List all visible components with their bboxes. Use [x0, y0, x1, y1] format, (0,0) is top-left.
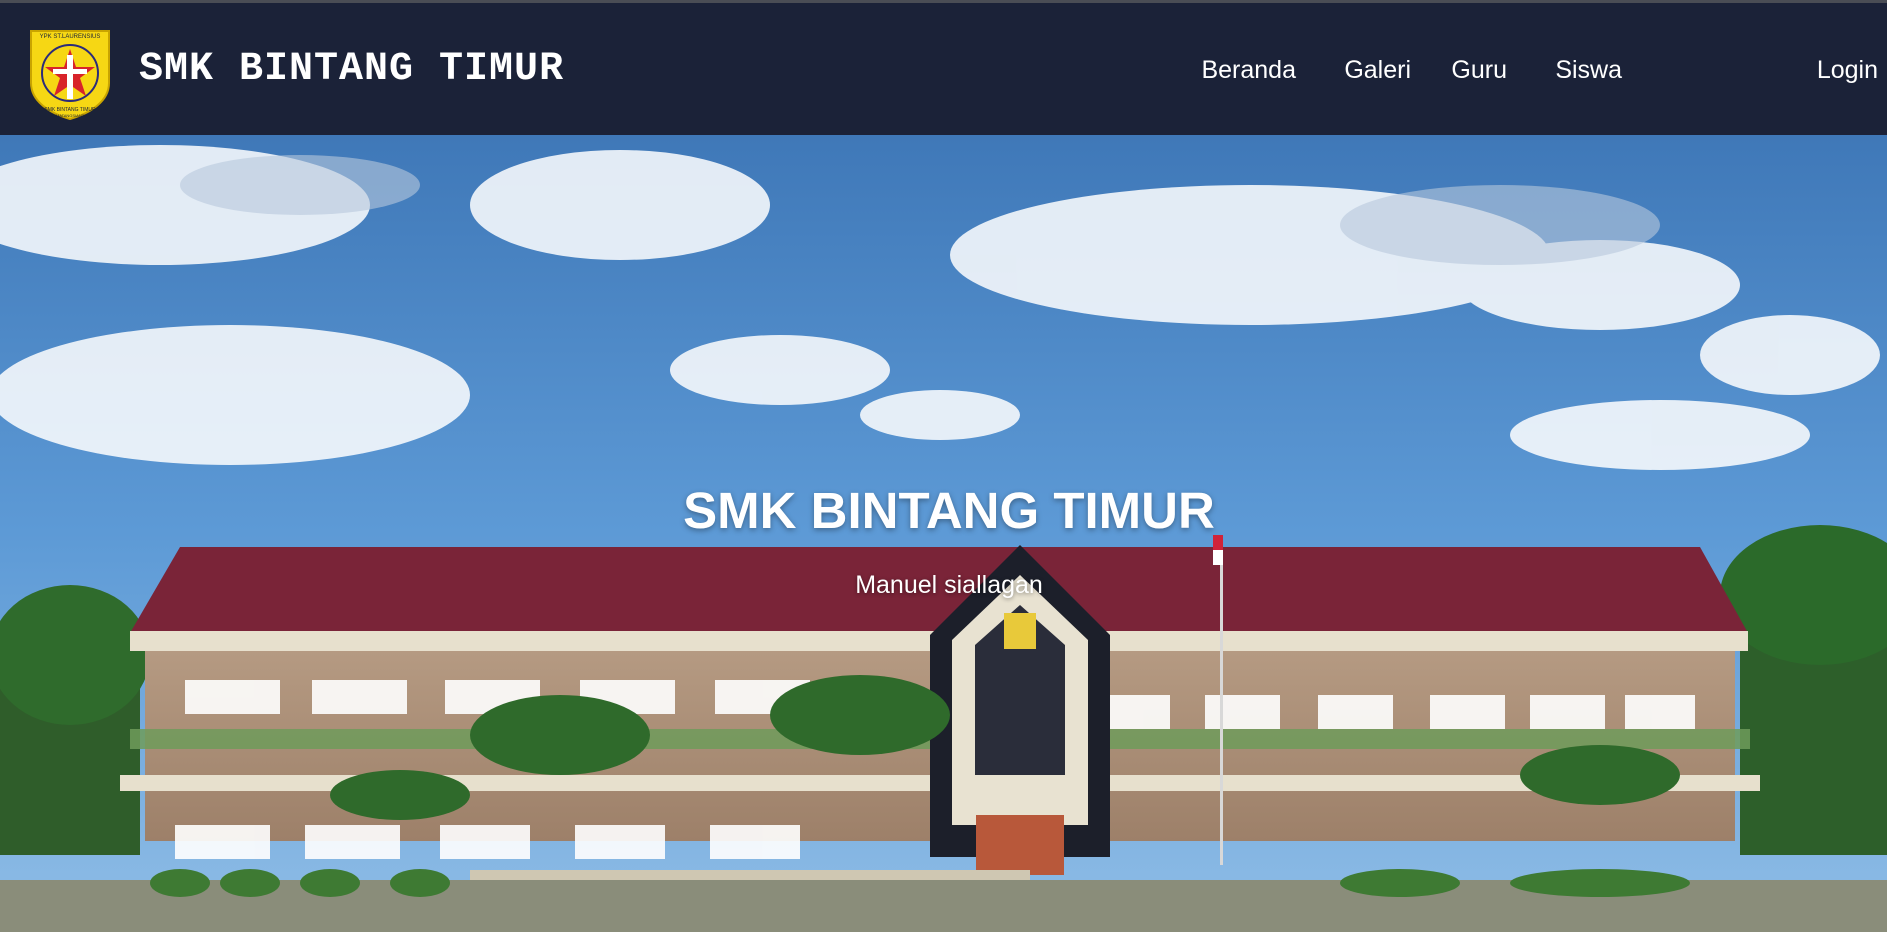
nav-guru[interactable]: Guru — [1451, 56, 1507, 85]
nav-galeri[interactable]: Galeri — [1344, 56, 1411, 85]
hero-title: SMK BINTANG TIMUR — [683, 482, 1215, 539]
site-brand[interactable]: SMK BINTANG TIMUR — [139, 47, 564, 92]
nav-login[interactable]: Login — [1817, 56, 1878, 85]
nav-beranda[interactable]: Beranda — [1201, 56, 1296, 85]
hero-subtitle: Manuel siallagan — [855, 571, 1043, 599]
school-crest-icon[interactable]: YPK ST.LAURENSIUS SMK BINTANG TIMUR PEMA… — [29, 27, 111, 121]
nav-siswa[interactable]: Siswa — [1555, 56, 1622, 85]
navbar: YPK ST.LAURENSIUS SMK BINTANG TIMUR PEMA… — [0, 3, 1887, 135]
logo-top-text: YPK ST.LAURENSIUS — [40, 34, 101, 40]
logo-city-text: PEMATANGSIANTAR — [51, 113, 90, 118]
hero-banner: SMK BINTANG TIMUR Manuel siallagan — [0, 135, 1887, 932]
